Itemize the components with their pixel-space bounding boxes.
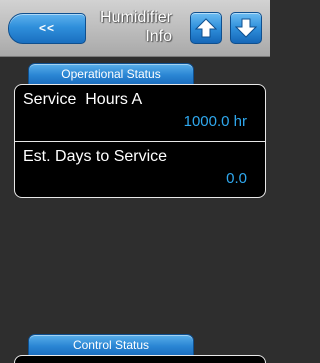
humidifier-info-screen: << Humidifier Info Operational Status Se… xyxy=(0,0,270,363)
status-row-service-hours[interactable]: Service Hours A 1000.0 hr xyxy=(15,85,265,141)
arrow-up-icon xyxy=(195,18,217,38)
days-to-service-label: Est. Days to Service xyxy=(23,148,168,165)
service-hours-label: Service Hours A xyxy=(23,91,143,108)
arrow-down-icon xyxy=(235,18,257,38)
service-hours-value: 1000.0 hr xyxy=(183,113,247,130)
days-to-service-value: 0.0 xyxy=(226,170,247,187)
operational-status-panel: Service Hours A 1000.0 hr Est. Days to S… xyxy=(14,84,266,198)
header-bar: << Humidifier Info xyxy=(0,0,270,57)
page-title-line2: Info xyxy=(145,28,172,45)
page-title: Humidifier Info xyxy=(88,8,172,46)
control-status-panel xyxy=(14,355,266,363)
tab-control-status[interactable]: Control Status xyxy=(28,334,194,355)
status-row-days-to-service[interactable]: Est. Days to Service 0.0 xyxy=(15,141,265,197)
scroll-up-button[interactable] xyxy=(190,12,222,44)
scroll-down-button[interactable] xyxy=(230,12,262,44)
page-title-line1: Humidifier xyxy=(99,9,172,26)
back-button[interactable]: << xyxy=(8,13,86,44)
tab-operational-status[interactable]: Operational Status xyxy=(28,63,194,84)
